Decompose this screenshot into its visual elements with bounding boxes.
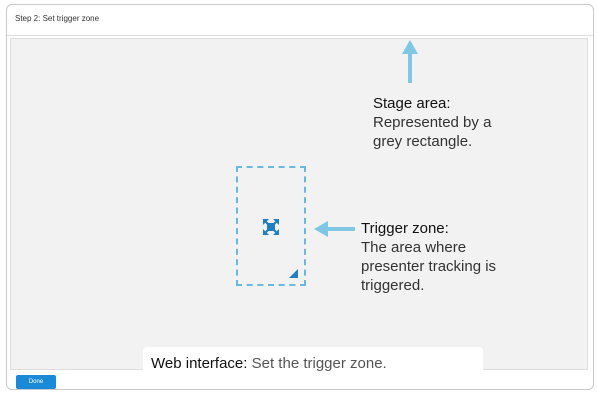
caption-label: Web interface: [151, 355, 248, 372]
trigger-callout: Trigger zone: The area where presenter t… [361, 219, 496, 295]
stage-callout-arrow-line [408, 53, 412, 83]
trigger-callout-line3: triggered. [361, 277, 425, 294]
caption-body: Set the trigger zone. [251, 355, 387, 372]
move-arrows-icon[interactable] [262, 218, 280, 236]
stage-callout-title: Stage area: [373, 95, 451, 112]
trigger-callout-line1: The area where [361, 239, 467, 256]
caption-text: Web interface: Set the trigger zone. [151, 355, 387, 372]
trigger-zone[interactable] [236, 166, 306, 286]
dialog-header: Step 2: Set trigger zone [7, 5, 593, 36]
dialog-title: Step 2: Set trigger zone [15, 14, 100, 23]
stage-callout-line1: Represented by a [373, 114, 492, 131]
resize-handle-icon[interactable] [289, 269, 298, 278]
stage-callout: Stage area: Represented by a grey rectan… [373, 94, 491, 151]
stage-callout-arrow-head [402, 40, 418, 54]
trigger-callout-arrow-head [314, 221, 328, 237]
stage-callout-line2: grey rectangle. [373, 133, 473, 150]
trigger-callout-line2: presenter tracking is [361, 258, 497, 275]
done-button[interactable]: Done [16, 375, 56, 389]
trigger-callout-title: Trigger zone: [361, 220, 449, 237]
caption-box: Web interface: Set the trigger zone. [143, 347, 483, 377]
trigger-callout-arrow-line [327, 227, 355, 231]
